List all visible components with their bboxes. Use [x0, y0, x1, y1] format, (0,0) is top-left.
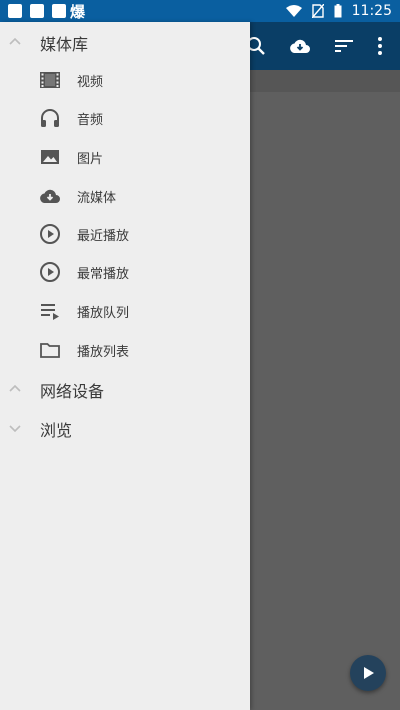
nav-item-playlists[interactable]: 播放列表 — [0, 331, 250, 369]
nav-item-recently-played[interactable]: 最近播放 — [0, 215, 250, 253]
play-fab[interactable] — [350, 655, 386, 691]
navigation-drawer: 媒体库 视频 音频 图片 流媒体 最近播放 最常播放 播放队列 播放列表 网络设… — [0, 22, 250, 710]
cloud-download-icon — [40, 189, 60, 203]
image-icon — [41, 150, 59, 164]
wifi-icon — [285, 5, 302, 17]
nav-item-label: 播放队列 — [77, 306, 130, 321]
clock: 11:25 — [351, 3, 392, 19]
app-bar — [247, 22, 400, 70]
section-browse[interactable]: 浏览 — [0, 410, 250, 448]
nav-item-play-queue[interactable]: 播放队列 — [0, 292, 250, 330]
more-vert-icon[interactable] — [368, 34, 392, 58]
nav-item-label: 最常播放 — [77, 267, 130, 282]
section-network-devices[interactable]: 网络设备 — [0, 371, 250, 409]
nav-item-streaming[interactable]: 流媒体 — [0, 177, 250, 215]
nav-item-video[interactable]: 视频 — [0, 61, 250, 99]
chevron-up-icon — [9, 37, 21, 45]
notification-icon — [8, 4, 22, 18]
notification-glyph: 爆 — [70, 3, 86, 21]
nav-item-label: 图片 — [77, 152, 104, 167]
notification-icon — [52, 4, 66, 18]
folder-icon — [40, 343, 60, 358]
chevron-up-icon — [9, 384, 21, 392]
nav-item-most-played[interactable]: 最常播放 — [0, 253, 250, 291]
status-bar: 爆 11:25 — [0, 0, 400, 22]
play-circle-icon — [40, 262, 60, 282]
nav-item-label: 流媒体 — [77, 191, 117, 206]
battery-icon — [334, 4, 342, 18]
film-icon — [40, 72, 60, 88]
play-icon — [364, 667, 374, 679]
section-label: 媒体库 — [40, 35, 89, 54]
notification-icon — [30, 4, 44, 18]
sort-icon[interactable] — [332, 34, 356, 58]
nav-item-label: 播放列表 — [77, 345, 130, 360]
nav-item-audio[interactable]: 音频 — [0, 99, 250, 137]
cloud-download-icon[interactable] — [288, 34, 312, 58]
nav-item-label: 最近播放 — [77, 229, 130, 244]
play-circle-icon — [40, 224, 60, 244]
section-media-library[interactable]: 媒体库 — [0, 24, 250, 62]
nav-item-label: 视频 — [77, 75, 104, 90]
playlist-play-icon — [41, 304, 59, 320]
section-label: 浏览 — [40, 421, 73, 440]
section-label: 网络设备 — [40, 382, 105, 401]
headphones-icon — [41, 109, 59, 127]
chevron-down-icon — [9, 425, 21, 433]
content-scrim[interactable] — [250, 70, 400, 710]
nav-item-label: 音频 — [77, 113, 104, 128]
no-sim-icon — [311, 4, 324, 18]
nav-item-pictures[interactable]: 图片 — [0, 138, 250, 176]
content-header-strip — [250, 70, 400, 92]
